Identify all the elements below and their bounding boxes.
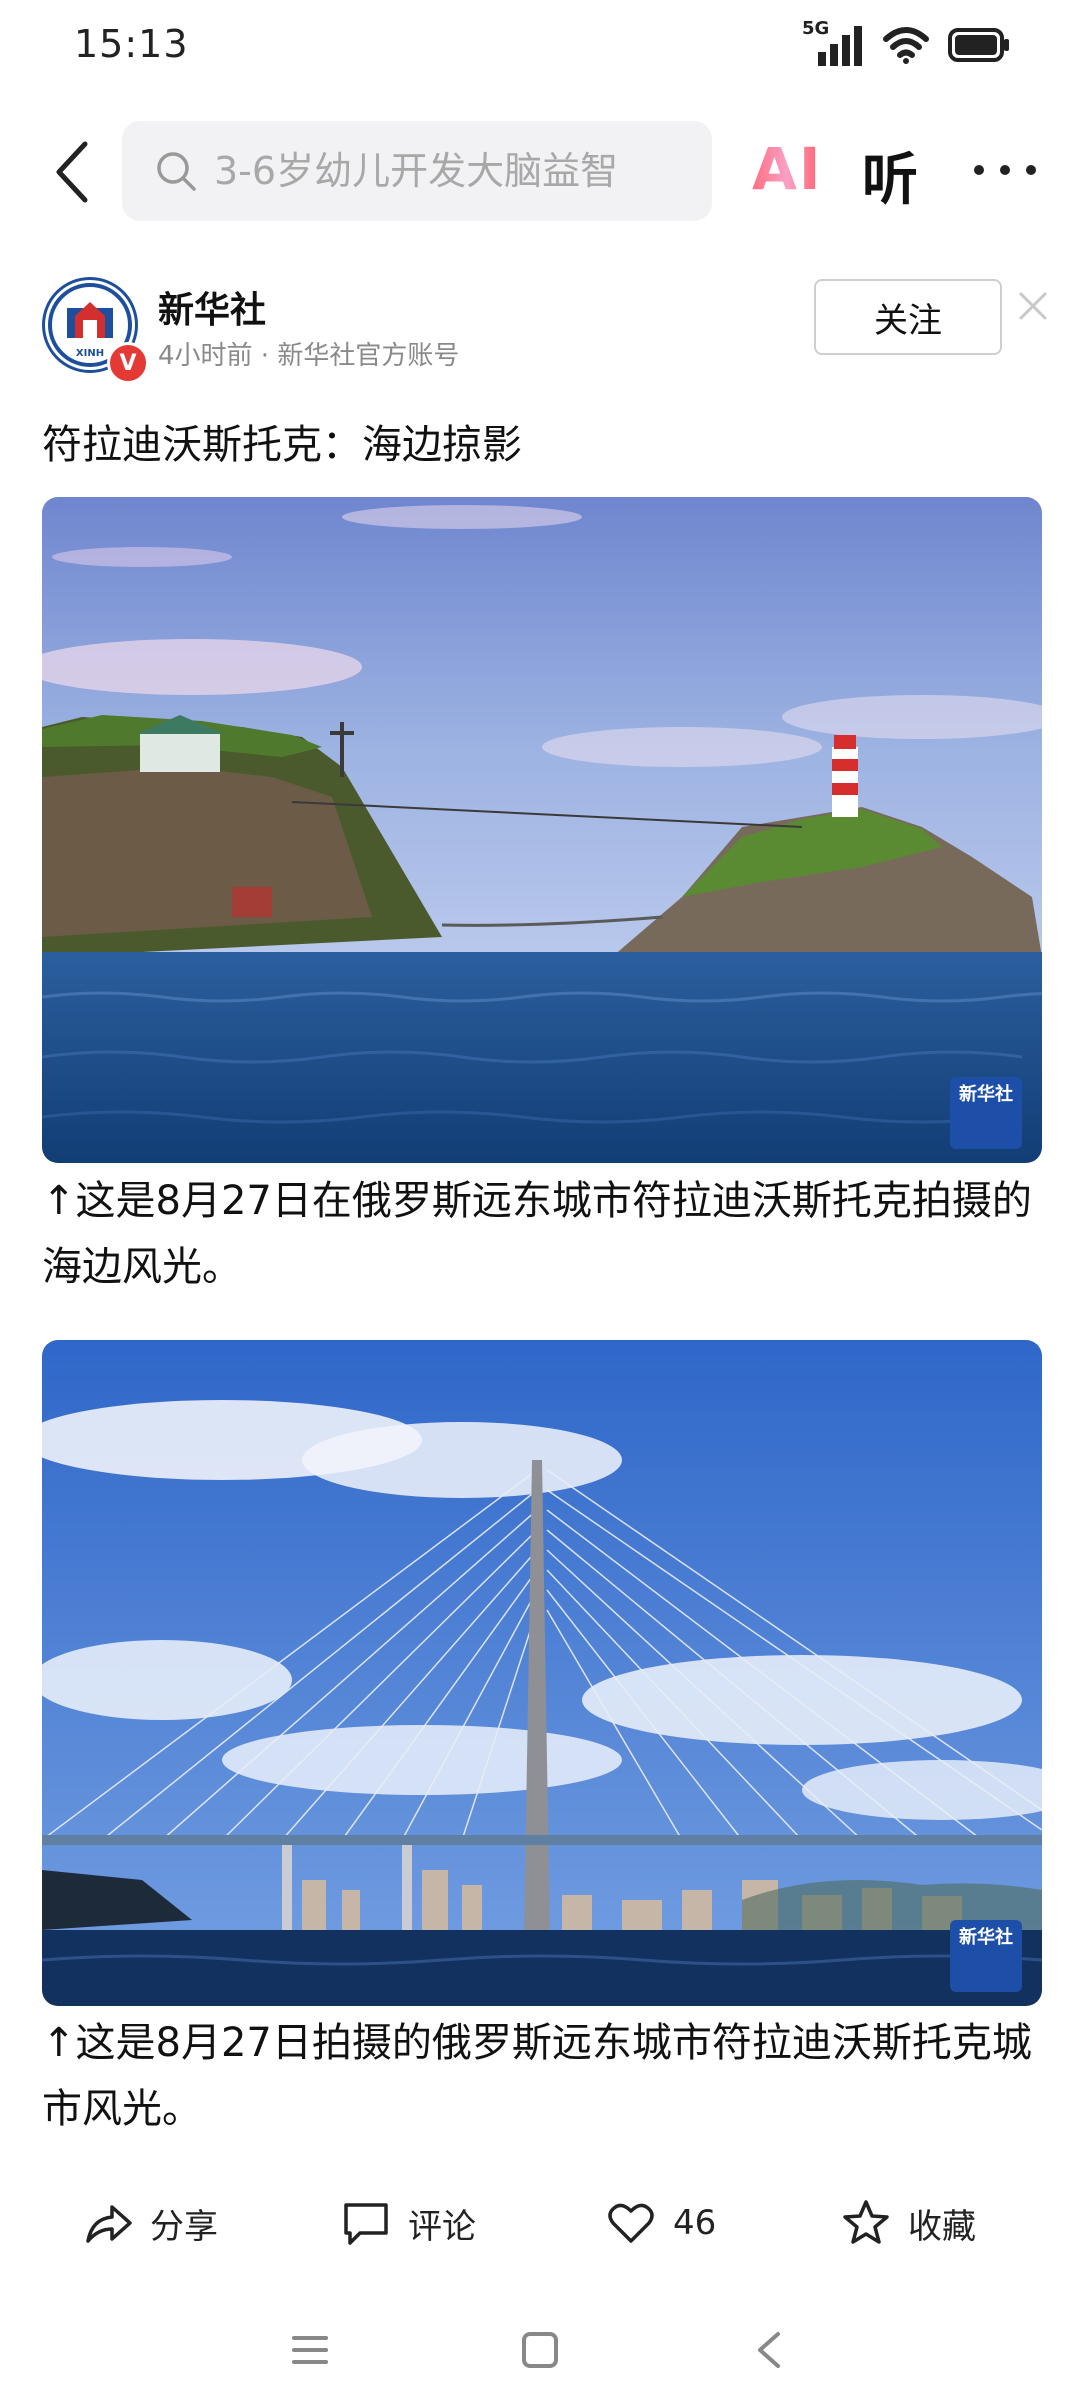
share-label: 分享: [150, 2206, 218, 2247]
article-image-coastline[interactable]: 新华社: [42, 497, 1042, 1163]
author-name[interactable]: 新华社: [158, 281, 266, 333]
menu-icon: [292, 2336, 328, 2364]
top-nav: AI 听: [0, 115, 1080, 227]
chevron-left-icon: [56, 141, 88, 203]
xinhua-watermark: 新华社: [950, 1920, 1022, 1992]
favorite-label: 收藏: [908, 2206, 976, 2247]
xinhua-watermark: 新华社: [950, 1077, 1022, 1149]
network-type-label: 5G: [802, 18, 830, 39]
heart-icon: [608, 2203, 654, 2243]
comment-button[interactable]: 评论: [340, 2178, 476, 2268]
article-title: 符拉迪沃斯托克：海边掠影: [42, 422, 522, 468]
ai-button[interactable]: AI: [752, 135, 822, 203]
back-button[interactable]: [36, 137, 106, 207]
author-row: XINH V 新华社 4小时前 · 新华社官方账号 关注: [42, 277, 1047, 384]
image-caption: ↑这是8月27日在俄罗斯远东城市符拉迪沃斯托克拍摄的海边风光。: [42, 1178, 1032, 1290]
search-icon: [157, 152, 196, 191]
image-caption: ↑这是8月27日拍摄的俄罗斯远东城市符拉迪沃斯托克城市风光。: [42, 2020, 1032, 2132]
cellular-signal-icon: 5G: [802, 18, 864, 68]
like-count: 46: [673, 2203, 717, 2243]
status-icons: 5G: [802, 18, 1010, 70]
status-time: 15:13: [74, 22, 189, 66]
share-icon: [86, 2205, 132, 2243]
svg-text:XINH: XINH: [76, 348, 104, 359]
listen-button[interactable]: 听: [862, 135, 918, 216]
more-options-button[interactable]: [972, 145, 1042, 195]
author-meta: 4小时前 · 新华社官方账号: [158, 341, 460, 371]
avatar[interactable]: XINH V: [42, 277, 149, 384]
share-button[interactable]: 分享: [82, 2178, 218, 2268]
search-bar[interactable]: [122, 121, 712, 221]
article-image-bridge[interactable]: 新华社: [42, 1340, 1042, 2006]
wifi-icon: [883, 27, 929, 64]
action-bar: 分享 评论 46 收藏: [0, 2178, 1080, 2268]
battery-icon: [948, 28, 1009, 62]
search-input[interactable]: [212, 148, 686, 194]
more-dots-icon: [974, 165, 1036, 175]
close-icon: [1019, 292, 1047, 320]
system-back-button[interactable]: [740, 2320, 800, 2380]
close-button[interactable]: [1008, 281, 1058, 331]
system-nav-bar: [0, 2300, 1080, 2400]
home-square-icon: [522, 2332, 558, 2368]
system-menu-button[interactable]: [280, 2320, 340, 2380]
verified-badge: V: [107, 342, 149, 384]
back-arrow-icon: [758, 2332, 780, 2368]
comment-label: 评论: [408, 2206, 476, 2247]
follow-button[interactable]: 关注: [814, 279, 1002, 355]
status-bar: 15:13 5G: [0, 0, 1080, 96]
comment-icon: [344, 2203, 388, 2245]
star-icon: [843, 2200, 889, 2244]
favorite-button[interactable]: 收藏: [840, 2178, 976, 2268]
like-button[interactable]: 46: [605, 2178, 716, 2268]
system-home-button[interactable]: [510, 2320, 570, 2380]
